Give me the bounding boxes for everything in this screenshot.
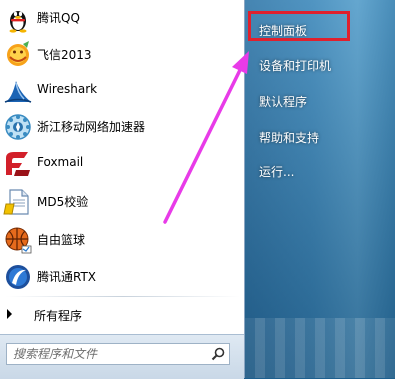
program-label: MD5校验 — [37, 195, 89, 209]
program-label: Wireshark — [37, 82, 98, 96]
run-link[interactable]: 运行... — [245, 156, 395, 184]
fetion-icon — [2, 39, 34, 71]
search-icon[interactable] — [211, 347, 225, 361]
program-item-qq[interactable]: 腾讯QQ — [0, 0, 244, 36]
programs-pane: 腾讯QQ 飞信2013 Wireshark 浙江移动网络加速器 Foxmail … — [0, 0, 245, 379]
rtx-icon — [2, 261, 34, 293]
start-menu: 腾讯QQ 飞信2013 Wireshark 浙江移动网络加速器 Foxmail … — [0, 0, 395, 379]
wireshark-fin-icon — [2, 75, 34, 107]
program-item-rtx[interactable]: 腾讯通RTX — [0, 259, 244, 295]
search-box — [6, 343, 230, 365]
divider — [6, 296, 240, 297]
program-item-wireshark[interactable]: Wireshark — [0, 73, 244, 109]
program-label: Foxmail — [37, 155, 84, 169]
program-label: 腾讯QQ — [37, 11, 80, 25]
program-item-md5[interactable]: MD5校验 — [0, 184, 244, 220]
help-and-support-link[interactable]: 帮助和支持 — [245, 122, 395, 150]
foxmail-icon — [2, 148, 34, 180]
program-item-foxmail[interactable]: Foxmail — [0, 146, 244, 182]
link-label: 默认程序 — [259, 95, 308, 109]
program-item-network-accelerator[interactable]: 浙江移动网络加速器 — [0, 109, 244, 145]
all-programs-label: 所有程序 — [34, 309, 83, 323]
link-label: 运行... — [259, 165, 295, 179]
md5-document-icon — [2, 186, 34, 218]
program-label: 自由篮球 — [37, 233, 86, 247]
network-accelerator-icon — [2, 111, 34, 143]
search-input[interactable] — [7, 344, 209, 364]
link-label: 设备和打印机 — [259, 59, 332, 73]
all-programs-button[interactable]: 所有程序 — [0, 301, 244, 327]
program-item-basketball[interactable]: 自由篮球 — [0, 222, 244, 258]
default-programs-link[interactable]: 默认程序 — [245, 86, 395, 114]
devices-and-printers-link[interactable]: 设备和打印机 — [245, 50, 395, 78]
basketball-icon — [2, 224, 34, 256]
program-label: 飞信2013 — [37, 48, 92, 62]
system-links-pane: 控制面板 设备和打印机 默认程序 帮助和支持 运行... — [245, 0, 395, 378]
highlight-box — [248, 11, 350, 41]
program-label: 浙江移动网络加速器 — [37, 120, 146, 134]
qq-penguin-icon — [2, 2, 34, 34]
program-item-fetion[interactable]: 飞信2013 — [0, 37, 244, 73]
link-label: 帮助和支持 — [259, 131, 320, 145]
search-bar — [0, 334, 244, 379]
program-label: 腾讯通RTX — [37, 270, 97, 284]
triangle-right-icon — [7, 309, 12, 319]
